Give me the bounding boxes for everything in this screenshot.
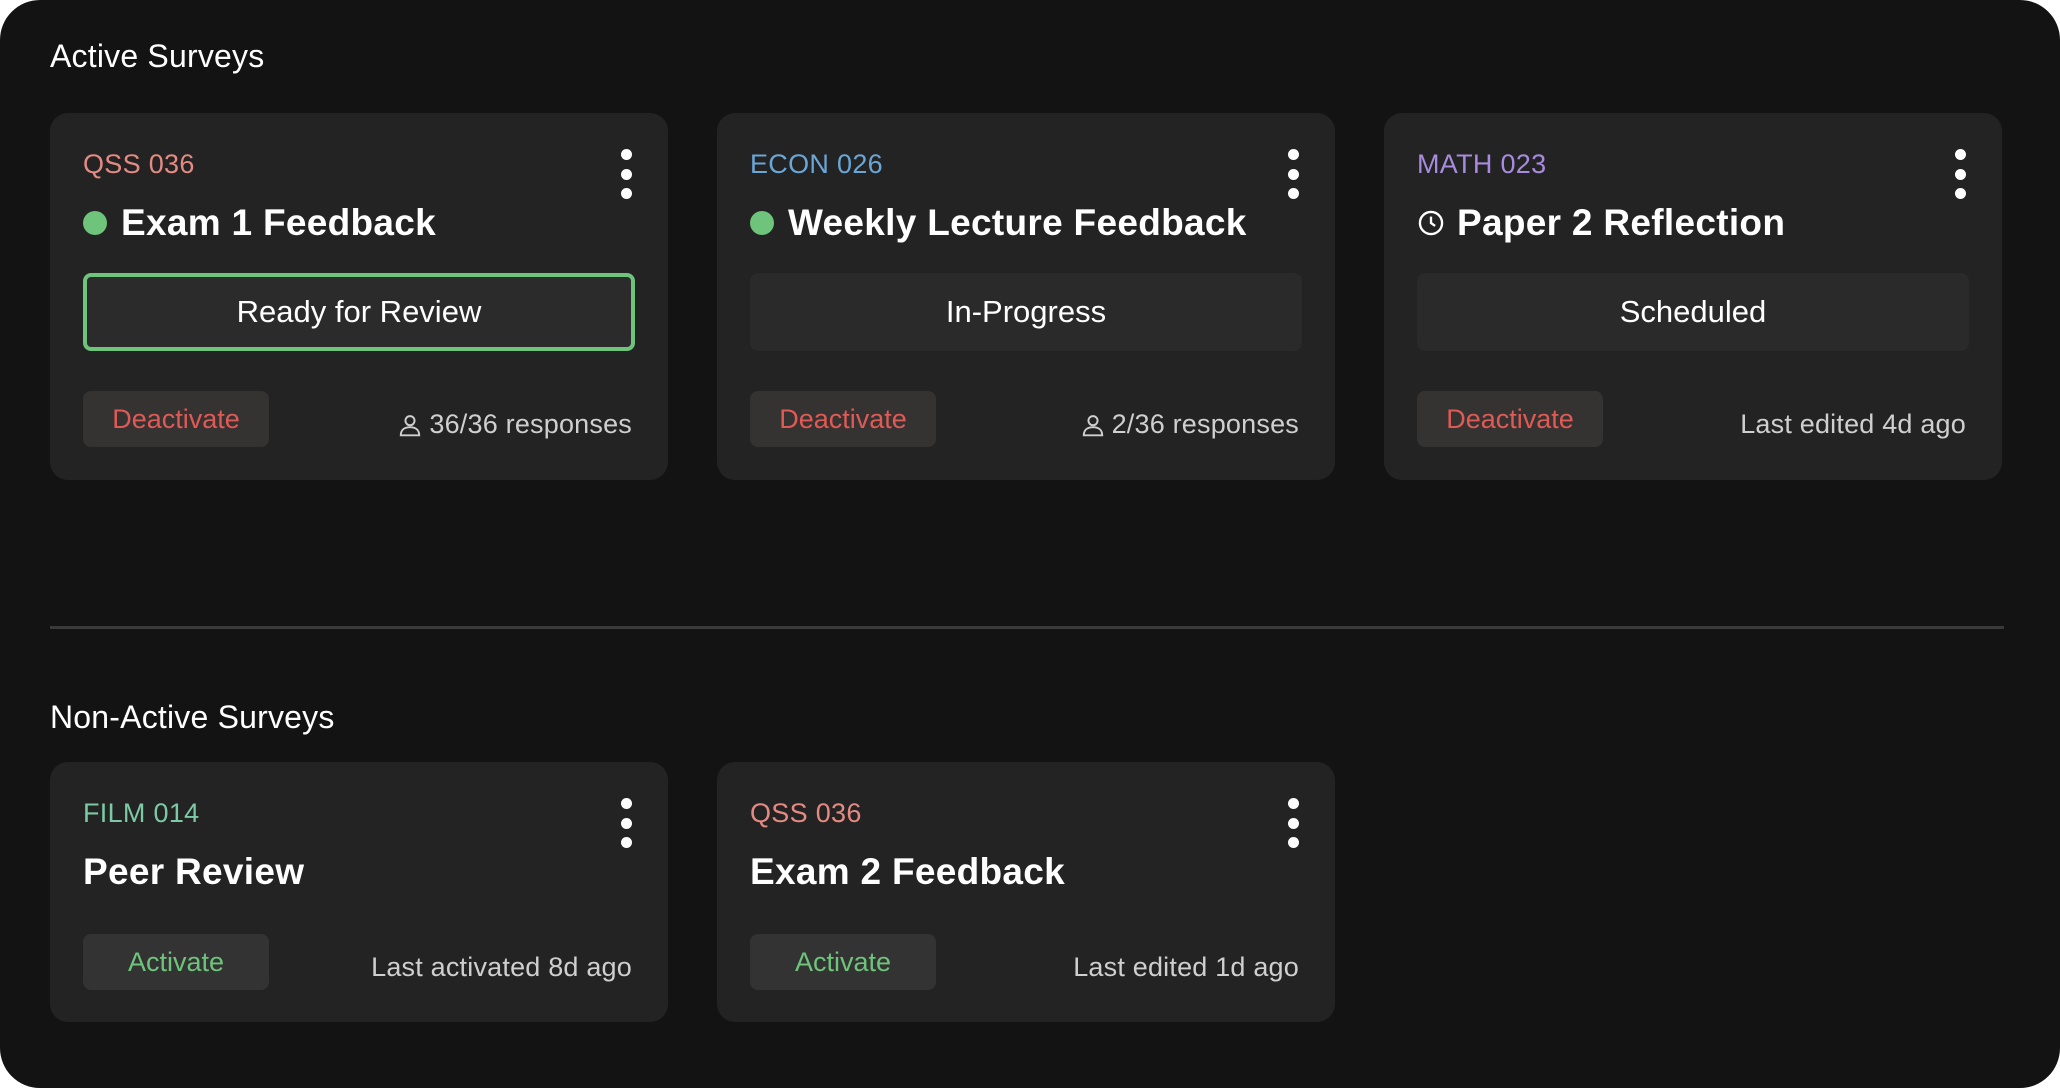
person-icon xyxy=(1082,414,1103,436)
person-icon xyxy=(400,414,421,436)
survey-title: Exam 2 Feedback xyxy=(750,851,1066,892)
deactivate-button[interactable]: Deactivate xyxy=(83,391,269,447)
status-ready-for-review-button[interactable]: Ready for Review xyxy=(83,273,635,351)
more-options-icon[interactable] xyxy=(1281,798,1305,848)
more-options-icon[interactable] xyxy=(1281,149,1305,199)
course-code: ECON 026 xyxy=(750,149,883,179)
more-options-icon[interactable] xyxy=(1948,149,1972,199)
survey-title: Weekly Lecture Feedback xyxy=(788,202,1247,243)
section-divider xyxy=(50,626,2004,629)
survey-card-weekly-lecture-feedback[interactable]: ECON 026 Weekly Lecture Feedback In-Prog… xyxy=(717,113,1335,480)
response-count-text: 2/36 responses xyxy=(1111,409,1299,439)
course-code: MATH 023 xyxy=(1417,149,1547,179)
survey-title: Exam 1 Feedback xyxy=(121,202,437,243)
course-code: FILM 014 xyxy=(83,798,200,828)
status-in-progress-button[interactable]: In-Progress xyxy=(750,273,1302,351)
more-options-icon[interactable] xyxy=(614,149,638,199)
clock-icon xyxy=(1418,210,1444,236)
last-edited-text: Last edited 1d ago xyxy=(1073,952,1299,982)
survey-title: Peer Review xyxy=(83,851,305,892)
surveys-panel: Active Surveys QSS 036 Exam 1 Feedback R… xyxy=(0,0,2060,1088)
status-scheduled-button[interactable]: Scheduled xyxy=(1417,273,1969,351)
survey-card-peer-review[interactable]: FILM 014 Peer Review Activate Last activ… xyxy=(50,762,668,1022)
last-activated-text: Last activated 8d ago xyxy=(371,952,632,982)
activate-button[interactable]: Activate xyxy=(750,934,936,990)
survey-card-paper-2-reflection[interactable]: MATH 023 Paper 2 Reflection Scheduled De… xyxy=(1384,113,2002,480)
response-count: 36/36 responses xyxy=(397,409,632,440)
survey-card-exam-2-feedback[interactable]: QSS 036 Exam 2 Feedback Activate Last ed… xyxy=(717,762,1335,1022)
more-options-icon[interactable] xyxy=(614,798,638,848)
response-count: 2/36 responses xyxy=(1080,409,1299,440)
active-surveys-heading: Active Surveys xyxy=(50,38,265,74)
last-edited-text: Last edited 4d ago xyxy=(1740,409,1966,439)
survey-card-exam-1-feedback[interactable]: QSS 036 Exam 1 Feedback Ready for Review… xyxy=(50,113,668,480)
course-code: QSS 036 xyxy=(83,149,195,179)
active-status-dot-icon xyxy=(83,211,107,235)
survey-title: Paper 2 Reflection xyxy=(1457,202,1786,243)
active-status-dot-icon xyxy=(750,211,774,235)
activate-button[interactable]: Activate xyxy=(83,934,269,990)
response-count-text: 36/36 responses xyxy=(429,409,632,439)
non-active-surveys-heading: Non-Active Surveys xyxy=(50,699,335,735)
deactivate-button[interactable]: Deactivate xyxy=(1417,391,1603,447)
deactivate-button[interactable]: Deactivate xyxy=(750,391,936,447)
course-code: QSS 036 xyxy=(750,798,862,828)
